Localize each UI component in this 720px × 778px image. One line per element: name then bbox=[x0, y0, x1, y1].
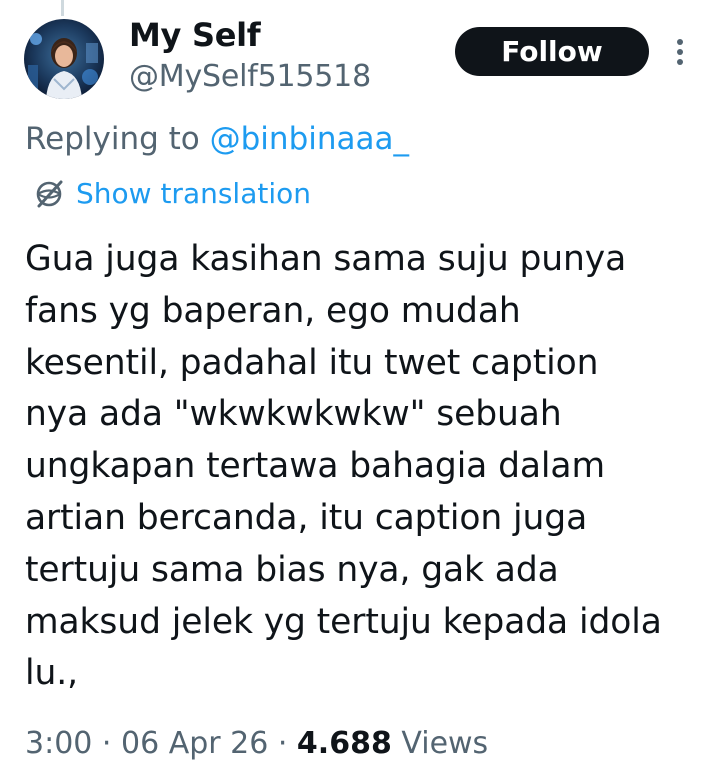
meta-separator: · bbox=[268, 726, 297, 761]
tweet-date[interactable]: 06 Apr 26 bbox=[121, 726, 268, 761]
author-handle[interactable]: @MySelf515518 bbox=[129, 58, 371, 96]
avatar[interactable] bbox=[24, 19, 104, 99]
tweet-time[interactable]: 3:00 bbox=[25, 726, 92, 761]
thread-connector-line bbox=[61, 0, 64, 16]
translate-globe-icon bbox=[33, 178, 65, 210]
profile-photo-icon bbox=[24, 19, 104, 99]
meta-separator: · bbox=[92, 726, 121, 761]
views-label: Views bbox=[391, 726, 489, 761]
tweet-meta: 3:00 · 06 Apr 26 · 4.688 Views bbox=[25, 724, 488, 764]
tweet-body-text: Gua juga kasihan sama suju punya fans yg… bbox=[25, 239, 662, 694]
reply-mention-link[interactable]: @binbinaaa_ bbox=[210, 121, 409, 157]
views-count: 4.688 bbox=[296, 726, 392, 761]
replying-to-line: Replying to @binbinaaa_ bbox=[25, 119, 409, 159]
show-translation-button[interactable]: Show translation bbox=[33, 175, 311, 213]
replying-prefix: Replying to bbox=[25, 121, 210, 157]
show-translation-label: Show translation bbox=[76, 177, 312, 210]
more-vertical-icon[interactable] bbox=[672, 36, 688, 68]
follow-button[interactable]: Follow bbox=[455, 27, 649, 76]
author-display-name[interactable]: My Self bbox=[129, 15, 261, 55]
